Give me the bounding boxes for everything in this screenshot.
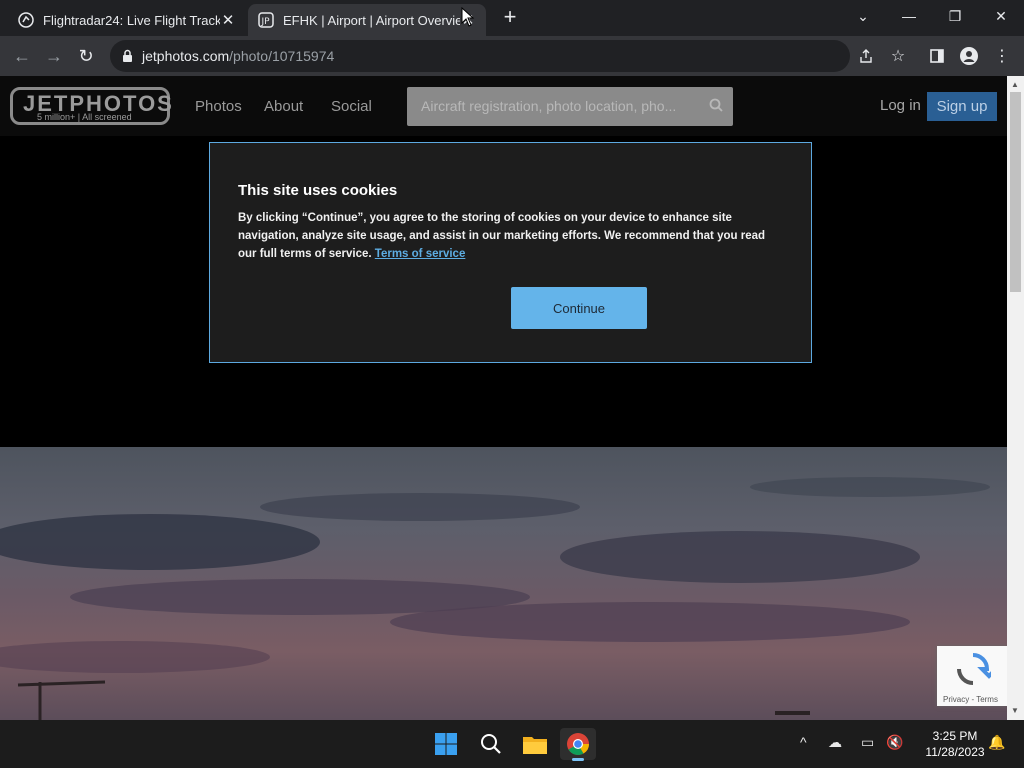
site-header: JETPHOTOS 5 million+ | All screened Phot… (0, 76, 1007, 136)
address-bar[interactable]: jetphotos.com/photo/10715974 (110, 40, 850, 72)
bookmark-star-icon[interactable]: ☆ (886, 44, 910, 68)
url-text: jetphotos.com/photo/10715974 (142, 48, 334, 64)
chrome-icon[interactable] (560, 728, 596, 761)
tab-strip: Flightradar24: Live Flight Tracker ✕ JP … (0, 0, 1024, 36)
tab-flightradar24[interactable]: Flightradar24: Live Flight Tracker ✕ (8, 4, 246, 36)
search-icon[interactable] (709, 98, 723, 117)
share-icon[interactable] (854, 44, 878, 68)
logo-tagline: 5 million+ | All screened (37, 112, 132, 122)
menu-kebab-icon[interactable]: ⋮ (990, 44, 1014, 68)
windows-taskbar: ^ ☁ ▭ 🔇 3:25 PM 11/28/2023 🔔 (0, 720, 1024, 768)
search-icon[interactable] (473, 728, 509, 760)
file-explorer-icon[interactable] (517, 728, 553, 760)
nav-social[interactable]: Social (331, 98, 372, 115)
recaptcha-icon (955, 652, 1001, 691)
back-button[interactable]: ← (8, 42, 36, 70)
start-button-windows-icon[interactable] (428, 728, 464, 760)
forward-button[interactable]: → (40, 42, 68, 70)
tab-title: Flightradar24: Live Flight Tracker (43, 12, 220, 28)
cookie-body: By clicking “Continue”, you agree to the… (238, 209, 778, 263)
close-tab-icon[interactable]: ✕ (220, 11, 236, 29)
jetphotos-favicon-icon: JP (258, 12, 274, 28)
svg-text:JP: JP (261, 17, 271, 27)
reload-button[interactable]: ↻ (72, 42, 100, 70)
login-link[interactable]: Log in (880, 97, 921, 114)
active-app-indicator (572, 758, 584, 761)
sky-clouds-image (0, 477, 990, 720)
continue-button[interactable]: Continue (511, 287, 647, 329)
flightradar-favicon-icon (18, 12, 34, 28)
signup-button[interactable]: Sign up (927, 92, 997, 121)
aircraft-photo (0, 447, 1007, 720)
recaptcha-terms[interactable]: Privacy - Terms (943, 695, 998, 704)
page-viewport: JETPHOTOS 5 million+ | All screened Phot… (0, 76, 1007, 720)
jetphotos-logo[interactable]: JETPHOTOS 5 million+ | All screened (10, 87, 172, 125)
cookie-title: This site uses cookies (238, 182, 398, 199)
scroll-down-arrow-icon[interactable]: ▼ (1011, 706, 1019, 715)
page-scrollbar[interactable]: ▲ ▼ (1007, 76, 1024, 720)
scrollbar-thumb[interactable] (1010, 92, 1021, 292)
tab-efhk[interactable]: JP EFHK | Airport | Airport Overview ✕ (248, 4, 486, 36)
cookie-body-text: By clicking “Continue”, you agree to the… (238, 212, 766, 260)
search-input[interactable]: Aircraft registration, photo location, p… (407, 87, 733, 126)
search-placeholder: Aircraft registration, photo location, p… (421, 98, 677, 114)
clock-date: 11/28/2023 (925, 745, 985, 759)
tab-search-icon[interactable]: ⌄ (840, 0, 886, 32)
browser-toolbar: ← → ↻ jetphotos.com/photo/10715974 ☆ ⋮ (0, 36, 1024, 76)
nav-photos[interactable]: Photos (195, 98, 242, 115)
close-window-button[interactable]: ✕ (978, 0, 1024, 32)
url-path: /photo/10715974 (229, 48, 335, 64)
show-hidden-icons-chevron-icon[interactable]: ^ (800, 734, 807, 750)
url-host: jetphotos.com (142, 48, 230, 64)
clock-time: 3:25 PM (932, 729, 978, 743)
volume-muted-icon[interactable]: 🔇 (886, 734, 903, 751)
restore-button[interactable]: ❐ (932, 0, 978, 32)
scroll-up-arrow-icon[interactable]: ▲ (1011, 80, 1019, 89)
cookie-consent-dialog: This site uses cookies By clicking “Cont… (209, 142, 812, 363)
notification-bell-icon[interactable]: 🔔 (988, 734, 1005, 751)
profile-avatar-icon[interactable] (957, 44, 981, 68)
recaptcha-badge[interactable]: Privacy - Terms (937, 646, 1007, 706)
minimize-button[interactable]: — (886, 0, 932, 32)
nav-about[interactable]: About (264, 98, 303, 115)
tab-title: EFHK | Airport | Airport Overview (283, 12, 460, 28)
onedrive-cloud-icon[interactable]: ☁ (828, 734, 842, 751)
taskbar-clock[interactable]: 3:25 PM 11/28/2023 (910, 728, 1000, 760)
side-panel-icon[interactable] (925, 44, 949, 68)
terms-of-service-link[interactable]: Terms of service (375, 248, 466, 260)
new-tab-button[interactable]: + (498, 6, 522, 30)
lock-icon (122, 49, 133, 68)
network-icon[interactable]: ▭ (861, 734, 874, 751)
mouse-cursor-icon (461, 7, 475, 27)
